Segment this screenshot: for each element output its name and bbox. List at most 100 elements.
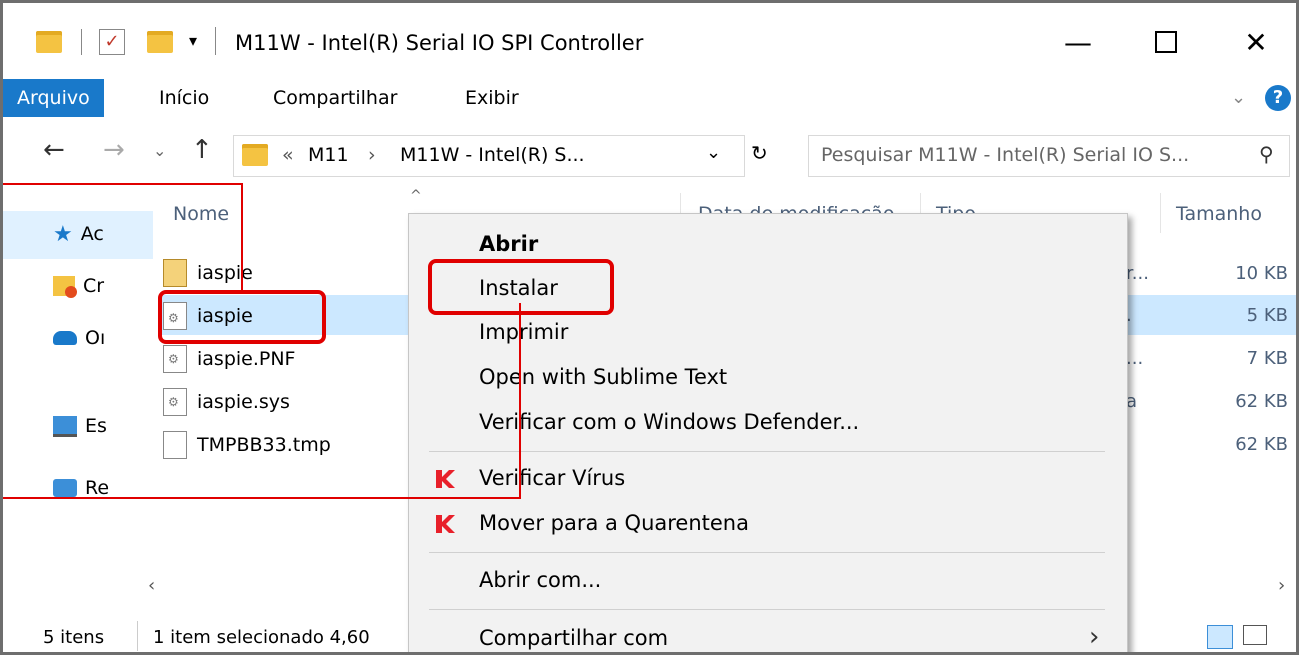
column-header-size[interactable]: Tamanho [1176,203,1262,225]
annotation-line [3,183,243,185]
submenu-arrow-icon: › [1089,622,1100,652]
file-size: 5 KB [1246,305,1288,326]
computer-icon [53,415,77,437]
tab-exibir[interactable]: Exibir [449,79,535,117]
sidebar-item-quick-access[interactable]: ★ Ac [53,214,104,254]
divider [81,29,82,55]
sidebar-item-label: Es [85,415,107,437]
sidebar-item-this-pc[interactable]: Es [53,406,107,446]
help-icon[interactable]: ? [1265,85,1291,111]
menu-item-compartilhar-com[interactable]: Compartilhar com [479,626,668,650]
maximize-button[interactable] [1131,17,1201,67]
file-row[interactable]: ⚙ iaspie.sys [163,382,290,422]
explorer-window: ✓ ▾ M11W - Intel(R) Serial IO SPI Contro… [0,0,1299,655]
menu-item-abrir[interactable]: Abrir [479,232,538,256]
file-type: r... [1126,263,1149,284]
file-name: iaspie.sys [197,391,290,413]
navigation-bar: ← → ⌄ ↑ « M11 › M11W - Intel(R) S... ⌄ ↻… [3,123,1296,185]
back-arrow-icon[interactable]: ← [43,135,65,165]
file-type: ... [1126,348,1144,369]
forward-arrow-icon[interactable]: → [103,135,125,165]
setup-information-icon [163,259,187,287]
breadcrumb-m11w[interactable]: M11W - Intel(R) S... [400,144,585,166]
column-divider[interactable] [1160,193,1161,233]
menu-item-windows-defender[interactable]: Verificar com o Windows Defender... [479,410,859,434]
menu-item-mover-quarentena[interactable]: Mover para a Quarentena [479,511,749,535]
up-arrow-icon[interactable]: ↑ [191,135,213,165]
folder-icon [242,144,268,166]
ribbon-tabs: Arquivo Início Compartilhar Exibir ⌄ ? [3,79,1296,119]
menu-separator [429,609,1105,610]
file-row[interactable]: ⚙ iaspie.PNF [163,339,296,379]
new-folder-icon[interactable] [147,31,173,53]
network-icon [53,479,77,497]
file-row[interactable]: iaspie [163,253,253,293]
menu-separator [429,552,1105,553]
creative-cloud-folder-icon [53,276,77,298]
sidebar-item-onedrive[interactable]: Oı [53,318,105,358]
file-name: TMPBB33.tmp [197,434,331,456]
file-size: 62 KB [1235,434,1288,455]
menu-item-open-with-sublime[interactable]: Open with Sublime Text [479,365,727,389]
divider [137,621,138,651]
star-icon: ★ [53,221,73,247]
sidebar-item-label: Ac [80,223,104,245]
annotation-highlight-file [158,290,326,344]
column-header-name[interactable]: Nome [173,203,229,225]
breadcrumb-separator[interactable]: › [368,144,376,166]
menu-separator [429,451,1105,452]
navigation-pane: ★ Ac Cr Oı Es Re [3,188,153,588]
tab-arquivo[interactable]: Arquivo [3,79,104,117]
annotation-line [241,183,243,291]
sidebar-item-label: Re [85,477,110,499]
menu-item-abrir-com[interactable]: Abrir com... [479,568,601,592]
search-placeholder: Pesquisar M11W - Intel(R) Serial IO S... [821,144,1190,166]
divider [215,27,216,55]
close-button[interactable]: ✕ [1221,17,1291,67]
address-bar[interactable]: « M11 › M11W - Intel(R) S... ⌄ [233,135,745,177]
customize-quick-access-icon[interactable]: ▾ [189,31,197,50]
breadcrumb-m11[interactable]: M11 [308,144,349,166]
search-icon[interactable]: ⚲ [1259,142,1274,166]
tab-compartilhar[interactable]: Compartilhar [257,79,413,117]
selection-info: 1 item selecionado 4,60 [153,627,370,648]
title-bar: ✓ ▾ M11W - Intel(R) Serial IO SPI Contro… [3,3,1296,79]
sidebar-item-creative-cloud[interactable]: Cr [53,266,104,306]
kaspersky-icon [434,513,456,535]
scroll-right-icon[interactable]: › [1278,575,1285,596]
folder-icon [36,31,62,53]
address-dropdown-icon[interactable]: ⌄ [706,142,721,163]
tab-inicio[interactable]: Início [143,79,225,117]
generic-file-icon [163,431,187,459]
annotation-highlight-instalar [428,259,614,315]
refresh-icon[interactable]: ↻ [751,141,768,165]
large-icons-view-icon[interactable] [1243,625,1267,645]
menu-item-verificar-virus[interactable]: Verificar Vírus [479,466,625,490]
file-size: 7 KB [1246,348,1288,369]
sidebar-item-label: Oı [85,327,106,349]
cloud-icon [53,331,77,345]
properties-icon[interactable]: ✓ [99,29,125,55]
breadcrumb-overflow[interactable]: « [282,144,294,166]
expand-ribbon-icon[interactable]: ⌄ [1231,87,1246,108]
annotation-line [519,303,521,499]
annotation-line [3,497,521,499]
file-row[interactable]: TMPBB33.tmp [163,425,331,465]
menu-item-imprimir[interactable]: Imprimir [479,320,568,344]
sidebar-item-network[interactable]: Re [53,468,109,508]
search-input[interactable]: Pesquisar M11W - Intel(R) Serial IO S...… [808,135,1290,177]
kaspersky-icon [434,468,456,490]
system-file-icon: ⚙ [163,388,187,416]
file-size: 62 KB [1235,391,1288,412]
precompiled-file-icon: ⚙ [163,345,187,373]
minimize-button[interactable]: — [1043,17,1113,67]
file-size: 10 KB [1235,263,1288,284]
file-name: iaspie [197,262,253,284]
file-name: iaspie.PNF [197,348,296,370]
sort-ascending-icon: ^ [410,188,422,204]
details-view-icon[interactable] [1207,625,1233,649]
recent-locations-icon[interactable]: ⌄ [153,141,166,160]
scroll-left-icon[interactable]: ‹ [148,575,155,596]
sidebar-item-label: Cr [83,275,105,297]
window-title: M11W - Intel(R) Serial IO SPI Controller [235,31,644,55]
